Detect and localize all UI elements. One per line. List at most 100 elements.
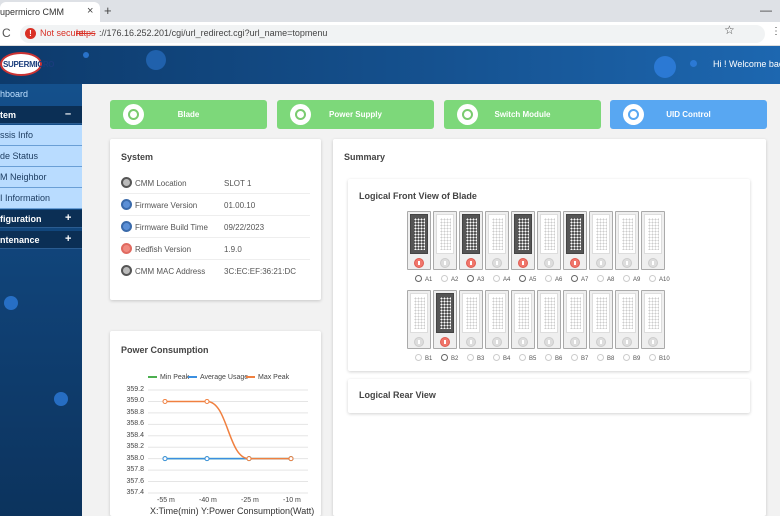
blade-slot[interactable] — [433, 290, 457, 349]
blade-slot[interactable] — [615, 290, 639, 349]
data-point[interactable] — [204, 456, 210, 462]
y-tick-label: 358.4 — [126, 431, 144, 439]
power-icon[interactable] — [414, 258, 424, 268]
expand-icon[interactable]: + — [65, 233, 71, 245]
sidebar-item-fru-information[interactable]: I Information — [0, 188, 82, 209]
reload-icon[interactable]: C — [2, 26, 11, 40]
sidebar-item-cmm-neighbor[interactable]: M Neighbor — [0, 167, 82, 188]
blade-panel — [540, 214, 558, 254]
slot-radio[interactable] — [597, 354, 604, 361]
power-icon[interactable] — [518, 258, 528, 268]
expand-icon[interactable]: + — [65, 212, 71, 224]
slot-radio[interactable] — [623, 275, 630, 282]
sidebar-group-maintenance[interactable]: ntenance + — [0, 231, 82, 249]
slot-radio[interactable] — [623, 354, 630, 361]
power-icon[interactable] — [570, 258, 580, 268]
tab-close-icon[interactable]: × — [87, 5, 93, 17]
switch-module-button[interactable]: Switch Module — [444, 100, 601, 129]
location-icon — [121, 177, 132, 188]
browser-tab[interactable]: upermicro CMM × — [0, 2, 100, 22]
sidebar-group-configuration[interactable]: figuration + — [0, 210, 82, 228]
slot-radio[interactable] — [571, 354, 578, 361]
slot-radio[interactable] — [545, 275, 552, 282]
new-tab-icon[interactable]: + — [104, 3, 112, 18]
slot-radio[interactable] — [649, 354, 656, 361]
vent-grill — [544, 297, 555, 329]
blade-slot[interactable] — [563, 290, 587, 349]
blade-panel — [644, 214, 662, 254]
power-icon — [596, 258, 606, 268]
info-row: Firmware Build Time 09/22/2023 — [120, 216, 310, 238]
blade-panel — [410, 293, 428, 333]
more-menu-icon[interactable]: ⋮ — [771, 26, 780, 37]
bookmark-star-icon[interactable]: ☆ — [724, 23, 735, 37]
slot-radio[interactable] — [493, 275, 500, 282]
sidebar-group-system[interactable]: tem – — [0, 106, 82, 124]
power-icon — [518, 337, 528, 347]
slot-radio[interactable] — [519, 354, 526, 361]
slot-label: A5 — [529, 277, 537, 283]
data-point[interactable] — [162, 398, 168, 404]
legend-swatch — [246, 376, 255, 379]
blade-slot[interactable] — [537, 290, 561, 349]
blade-slot[interactable] — [615, 211, 639, 270]
url-field[interactable]: ! Not secure https ://176.16.252.201/cgi… — [20, 25, 765, 43]
slot-radio[interactable] — [597, 275, 604, 282]
blade-panel — [592, 293, 610, 333]
blade-panel — [410, 214, 428, 254]
summary-title: Summary — [344, 152, 386, 162]
blade-slot[interactable] — [485, 211, 509, 270]
power-icon[interactable] — [466, 258, 476, 268]
vent-grill — [518, 297, 529, 329]
blade-slot[interactable] — [511, 211, 535, 270]
blade-slot[interactable] — [433, 211, 457, 270]
y-tick-label: 358.8 — [126, 408, 144, 416]
switch-module-button-label: Switch Module — [494, 110, 551, 119]
slot-radio[interactable] — [545, 354, 552, 361]
slot-radio[interactable] — [649, 275, 656, 282]
y-tick-label: 357.6 — [126, 477, 144, 485]
slot-radio[interactable] — [441, 354, 448, 361]
blade-button[interactable]: Blade — [110, 100, 267, 129]
y-tick-label: 357.4 — [126, 489, 144, 496]
blade-slot[interactable] — [589, 211, 613, 270]
slot-radio[interactable] — [415, 354, 422, 361]
data-point[interactable] — [204, 398, 210, 404]
slot-radio[interactable] — [467, 354, 474, 361]
blade-slot[interactable] — [459, 211, 483, 270]
power-icon[interactable] — [440, 337, 450, 347]
sidebar-item-chassis-info[interactable]: ssis Info — [0, 125, 82, 146]
slot-radio[interactable] — [441, 275, 448, 282]
sidebar-item-dashboard[interactable]: hboard — [0, 86, 82, 104]
warning-icon: ! — [25, 28, 36, 39]
info-row: Redfish Version 1.9.0 — [120, 238, 310, 260]
blade-slot[interactable] — [485, 290, 509, 349]
slot-radio[interactable] — [415, 275, 422, 282]
blade-slot[interactable] — [589, 290, 613, 349]
power-supply-button[interactable]: Power Supply — [277, 100, 434, 129]
sidebar-item-blade-status[interactable]: de Status — [0, 146, 82, 167]
blade-slot[interactable] — [641, 211, 665, 270]
uid-control-button[interactable]: UID Control — [610, 100, 767, 129]
power-icon — [622, 258, 632, 268]
blade-slot[interactable] — [563, 211, 587, 270]
blade-panel — [644, 293, 662, 333]
blade-slot[interactable] — [511, 290, 535, 349]
blade-slot[interactable] — [537, 211, 561, 270]
slot-radio[interactable] — [571, 275, 578, 282]
decorative-dot — [4, 296, 18, 310]
blade-slot[interactable] — [459, 290, 483, 349]
decorative-dot — [54, 392, 68, 406]
collapse-icon[interactable]: – — [65, 108, 71, 120]
data-point[interactable] — [288, 456, 294, 462]
window-minimize-icon[interactable]: — — [760, 3, 772, 17]
blade-slot[interactable] — [641, 290, 665, 349]
slot-radio[interactable] — [467, 275, 474, 282]
blade-slot[interactable] — [407, 290, 431, 349]
slot-label: A7 — [581, 277, 589, 283]
slot-radio[interactable] — [493, 354, 500, 361]
data-point[interactable] — [246, 456, 252, 462]
data-point[interactable] — [162, 456, 168, 462]
slot-radio[interactable] — [519, 275, 526, 282]
blade-slot[interactable] — [407, 211, 431, 270]
